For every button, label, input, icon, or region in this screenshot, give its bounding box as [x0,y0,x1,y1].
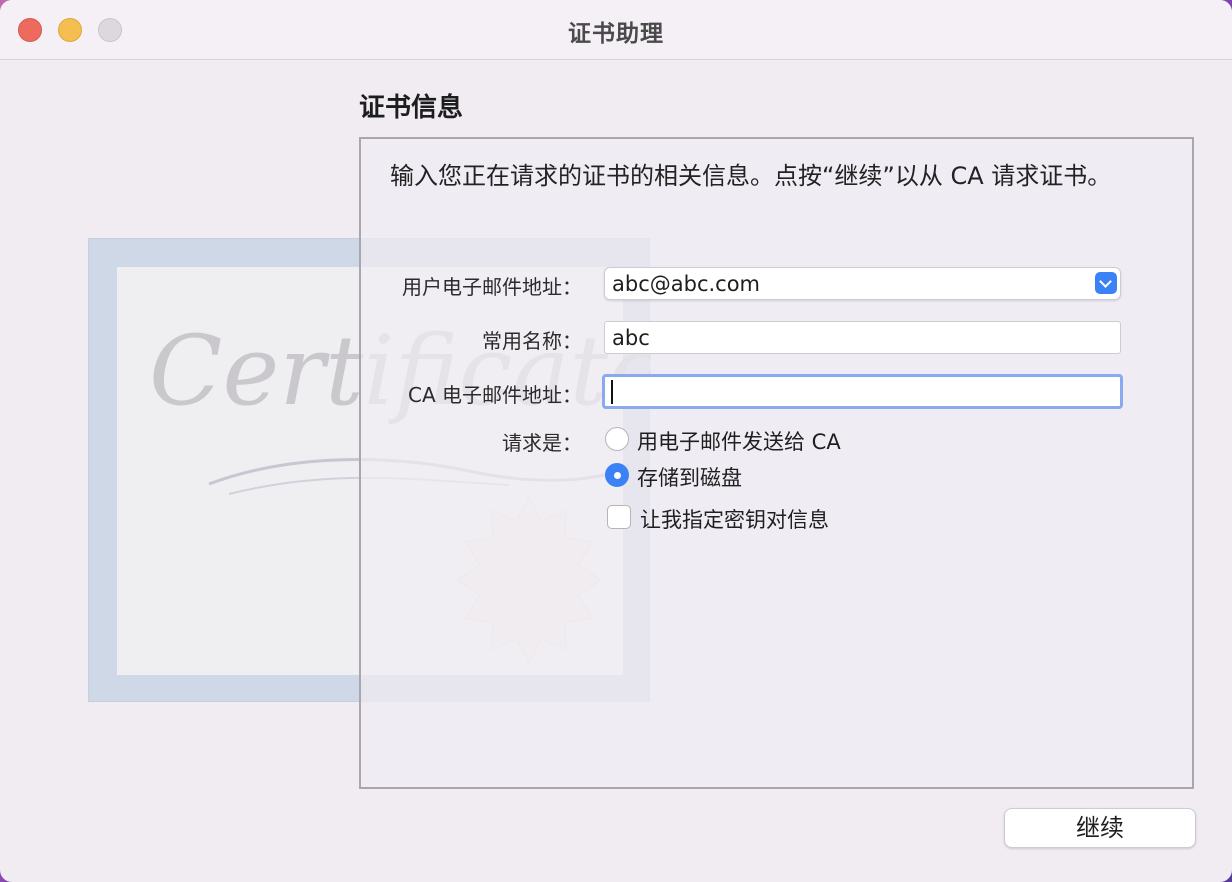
common-name-field[interactable]: abc [604,321,1121,354]
email-label: 用户电子邮件地址： [402,275,582,299]
chevron-down-icon[interactable] [1095,272,1117,294]
option-save-to-disk-label[interactable]: 存储到磁盘 [637,462,742,492]
certificate-assistant-window: 证书助理 Certificate 证书信息 输入您正在请求的证书的相关信息。点按… [0,0,1232,882]
radio-email-to-ca[interactable] [605,427,629,451]
title-bar: 证书助理 [0,0,1232,60]
ca-email-label: CA 电子邮件地址： [407,383,582,407]
form-panel [359,137,1194,789]
common-name-label: 常用名称： [482,329,582,353]
option-email-to-ca-label[interactable]: 用电子邮件发送给 CA [637,426,841,456]
continue-button[interactable]: 继续 [1004,808,1196,848]
user-email-value: abc@abc.com [612,272,761,296]
window-title: 证书助理 [568,21,664,47]
checkbox-specify-key-pair[interactable] [607,505,631,529]
request-label: 请求是： [502,431,582,455]
ca-email-field[interactable] [602,374,1123,409]
radio-save-to-disk[interactable] [605,463,629,487]
intro-text: 输入您正在请求的证书的相关信息。点按“继续”以从 CA 请求证书。 [390,162,1112,190]
specify-key-pair-label[interactable]: 让我指定密钥对信息 [640,504,829,534]
user-email-combo[interactable]: abc@abc.com [604,267,1121,300]
text-caret [611,380,613,404]
common-name-value: abc [612,326,650,350]
section-title: 证书信息 [359,93,464,123]
